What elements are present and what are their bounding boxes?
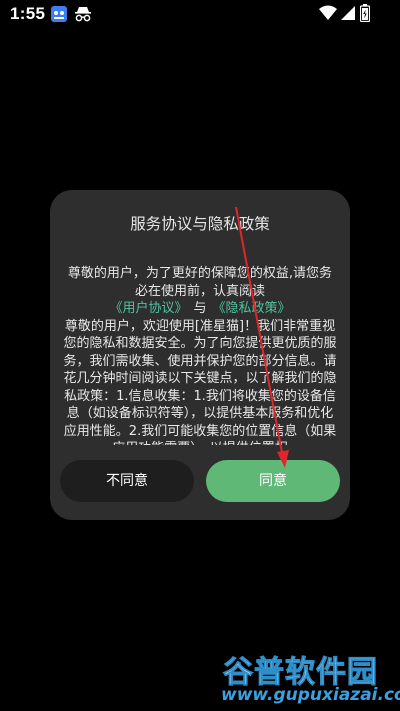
screen: 1:55 服务协议与隐私政策 尊敬的用户，为了更好的保障您的权益,请您务必在使用… xyxy=(0,0,400,711)
app-notification-icon xyxy=(51,6,67,22)
dialog-body-text: 尊敬的用户，欢迎使用[准星猫]！我们非常重视您的隐私和数据安全。为了向您提供更优… xyxy=(63,318,337,446)
watermark-url: www.gupuxiazai.com xyxy=(221,685,400,705)
incognito-icon xyxy=(74,6,92,22)
agree-button[interactable]: 同意 xyxy=(206,460,340,502)
privacy-policy-link[interactable]: 《隐私政策》 xyxy=(213,301,291,316)
disagree-button[interactable]: 不同意 xyxy=(60,460,194,502)
dialog-intro: 尊敬的用户，为了更好的保障您的权益,请您务必在使用前，认真阅读 xyxy=(67,266,333,299)
wifi-icon xyxy=(319,5,337,21)
watermark: 谷普软件园 www.gupuxiazai.com xyxy=(213,645,400,711)
user-agreement-link[interactable]: 《用户协议》 xyxy=(109,301,187,316)
policy-links-line: 《用户协议》与《隐私政策》 xyxy=(62,300,338,318)
status-bar: 1:55 xyxy=(0,0,400,30)
and-text: 与 xyxy=(193,301,207,316)
privacy-dialog: 服务协议与隐私政策 尊敬的用户，为了更好的保障您的权益,请您务必在使用前，认真阅… xyxy=(50,190,350,520)
signal-icon xyxy=(340,5,356,21)
status-time: 1:55 xyxy=(10,4,46,23)
dialog-title: 服务协议与隐私政策 xyxy=(130,215,270,233)
battery-icon xyxy=(359,4,371,23)
dialog-body[interactable]: 尊敬的用户，为了更好的保障您的权益,请您务必在使用前，认真阅读 《用户协议》与《… xyxy=(62,265,338,445)
